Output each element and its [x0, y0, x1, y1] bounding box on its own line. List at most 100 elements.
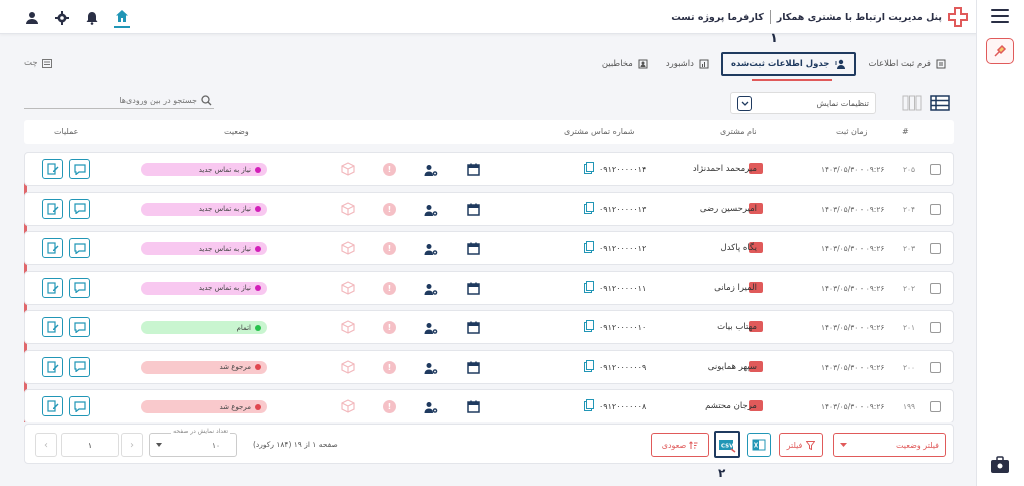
table-row[interactable]: ۱۹۹ ۱۴۰۳/۰۵/۳۰ - ۰۹:۲۶ مرجان محتشم ۰۹۱۲۰…	[24, 389, 954, 422]
copy-icon[interactable]	[584, 359, 594, 372]
page-number-input[interactable]: ۱	[61, 433, 119, 457]
alert-icon[interactable]: !	[383, 321, 396, 334]
comment-button[interactable]	[69, 238, 90, 258]
user-settings-icon[interactable]	[424, 362, 438, 375]
edit-button[interactable]	[42, 198, 63, 219]
package-icon[interactable]	[341, 399, 355, 413]
display-settings-select[interactable]: تنظیمات نمایش	[730, 92, 876, 114]
comment-button[interactable]	[69, 159, 90, 179]
home-icon[interactable]	[114, 8, 130, 28]
status-badge[interactable]: نیاز به تماس جدید	[141, 281, 267, 295]
user-settings-icon[interactable]	[424, 322, 438, 335]
user-icon[interactable]	[24, 10, 40, 26]
package-icon[interactable]	[341, 320, 355, 334]
form-icon	[936, 59, 946, 69]
table-row[interactable]: ۲۰۱ ۱۴۰۳/۰۵/۳۰ - ۰۹:۲۶ مهتاب بیات ۰۹۱۲۰۰…	[24, 310, 954, 344]
copy-icon[interactable]	[584, 201, 594, 214]
package-icon[interactable]	[341, 280, 355, 295]
table-row[interactable]: ۲۰۵ ۱۴۰۳/۰۵/۳۰ - ۰۹:۲۶ میرمحمد احمدنژاد …	[24, 152, 954, 186]
calendar-icon[interactable]	[467, 163, 480, 176]
copy-icon[interactable]	[584, 162, 594, 174]
tab-contacts[interactable]: مخاطبین	[596, 55, 654, 73]
status-label: نیاز به تماس جدید	[198, 284, 251, 292]
chat-link[interactable]: چت	[24, 58, 52, 68]
copy-icon[interactable]	[584, 241, 594, 253]
next-page-button[interactable]: ›	[121, 433, 143, 457]
excel-export-button[interactable]	[747, 433, 771, 457]
status-badge[interactable]: نیاز به تماس جدید	[141, 242, 267, 255]
row-checkbox[interactable]	[930, 203, 941, 215]
status-badge[interactable]: نیاز به تماس جدید	[141, 163, 267, 176]
tab-data-table[interactable]: جدول اطلاعات ثبت‌شده	[720, 52, 857, 76]
edit-button[interactable]	[42, 159, 63, 179]
grid-view-icon[interactable]	[902, 95, 922, 111]
row-checkbox[interactable]	[930, 322, 941, 333]
alert-icon[interactable]: !	[383, 281, 396, 295]
status-badge[interactable]: اتمام	[141, 321, 267, 334]
alert-icon[interactable]: !	[383, 360, 396, 374]
status-badge[interactable]: مرجوع شد	[141, 400, 267, 413]
alert-icon[interactable]: !	[383, 242, 396, 255]
edit-button[interactable]	[42, 356, 63, 377]
comment-icon	[73, 242, 86, 254]
package-icon[interactable]	[341, 241, 355, 255]
filter-status-select[interactable]: فیلتر وضعیت	[833, 433, 946, 457]
comment-button[interactable]	[69, 277, 90, 298]
package-icon[interactable]	[341, 162, 355, 176]
calendar-icon[interactable]	[467, 400, 480, 413]
search-icon[interactable]	[201, 94, 212, 106]
calendar-icon[interactable]	[467, 242, 480, 255]
user-settings-icon[interactable]	[424, 164, 438, 177]
copy-icon[interactable]	[584, 280, 594, 293]
table-row[interactable]: ۲۰۳ ۱۴۰۳/۰۵/۳۰ - ۰۹:۲۶ یگاه پاکدل ۰۹۱۲۰۰…	[24, 231, 954, 265]
edit-button[interactable]	[42, 277, 63, 298]
package-icon[interactable]	[341, 201, 355, 216]
search-input[interactable]	[37, 95, 197, 105]
bell-icon[interactable]	[84, 10, 100, 26]
alert-icon[interactable]: !	[383, 163, 396, 176]
table-row[interactable]: ۲۰۲ ۱۴۰۳/۰۵/۳۰ - ۰۹:۲۶ المیرا زمانی ۰۹۱۲…	[24, 270, 954, 305]
filter-button[interactable]: فیلتر	[779, 433, 823, 457]
row-checkbox[interactable]	[930, 361, 941, 373]
prev-page-button[interactable]: ‹	[35, 433, 57, 457]
calendar-icon[interactable]	[467, 203, 480, 216]
calendar-icon[interactable]	[467, 282, 480, 295]
status-badge[interactable]: نیاز به تماس جدید	[141, 202, 267, 216]
calendar-icon[interactable]	[467, 361, 480, 374]
user-settings-icon[interactable]	[424, 243, 438, 256]
user-settings-icon[interactable]	[424, 401, 438, 414]
edit-button[interactable]	[42, 238, 63, 258]
per-page-select[interactable]: تعداد نمایش در صفحه ۱۰	[149, 428, 237, 457]
menu-icon[interactable]	[991, 9, 1009, 23]
app-switch-button[interactable]	[986, 38, 1014, 64]
gear-icon[interactable]	[54, 10, 70, 26]
edit-button[interactable]	[42, 396, 63, 416]
copy-icon[interactable]	[584, 399, 594, 411]
row-checkbox[interactable]	[930, 401, 941, 412]
comment-button[interactable]	[69, 356, 90, 377]
edit-button[interactable]	[42, 317, 63, 337]
briefcase-icon[interactable]	[990, 456, 1010, 474]
table-row[interactable]: ۲۰۰ ۱۴۰۳/۰۵/۳۰ - ۰۹:۲۶ سپهر همایونی ۰۹۱۲…	[24, 349, 954, 384]
tab-dashboard[interactable]: داشبورد	[660, 55, 715, 73]
user-settings-icon[interactable]	[424, 204, 438, 217]
row-checkbox[interactable]	[930, 282, 941, 294]
alert-icon[interactable]: !	[383, 202, 396, 216]
copy-icon[interactable]	[584, 320, 594, 332]
package-icon[interactable]	[341, 359, 355, 374]
table-row[interactable]: ۲۰۴ ۱۴۰۳/۰۵/۳۰ - ۰۹:۲۶ امیرحسین رضی ۰۹۱۲…	[24, 191, 954, 226]
calendar-icon[interactable]	[467, 321, 480, 334]
tab-form[interactable]: فرم ثبت اطلاعات	[862, 55, 952, 73]
comment-button[interactable]	[69, 396, 90, 416]
comment-icon	[73, 321, 86, 333]
comment-button[interactable]	[69, 317, 90, 337]
status-badge[interactable]: مرجوع شد	[141, 360, 267, 374]
row-checkbox[interactable]	[930, 164, 941, 175]
csv-export-button[interactable]: CSV	[714, 431, 740, 458]
list-view-icon[interactable]	[930, 95, 950, 111]
sort-ascending-button[interactable]: صعودی	[651, 433, 709, 457]
user-settings-icon[interactable]	[424, 283, 438, 296]
row-checkbox[interactable]	[930, 243, 941, 254]
alert-icon[interactable]: !	[383, 400, 396, 413]
comment-button[interactable]	[69, 198, 90, 219]
